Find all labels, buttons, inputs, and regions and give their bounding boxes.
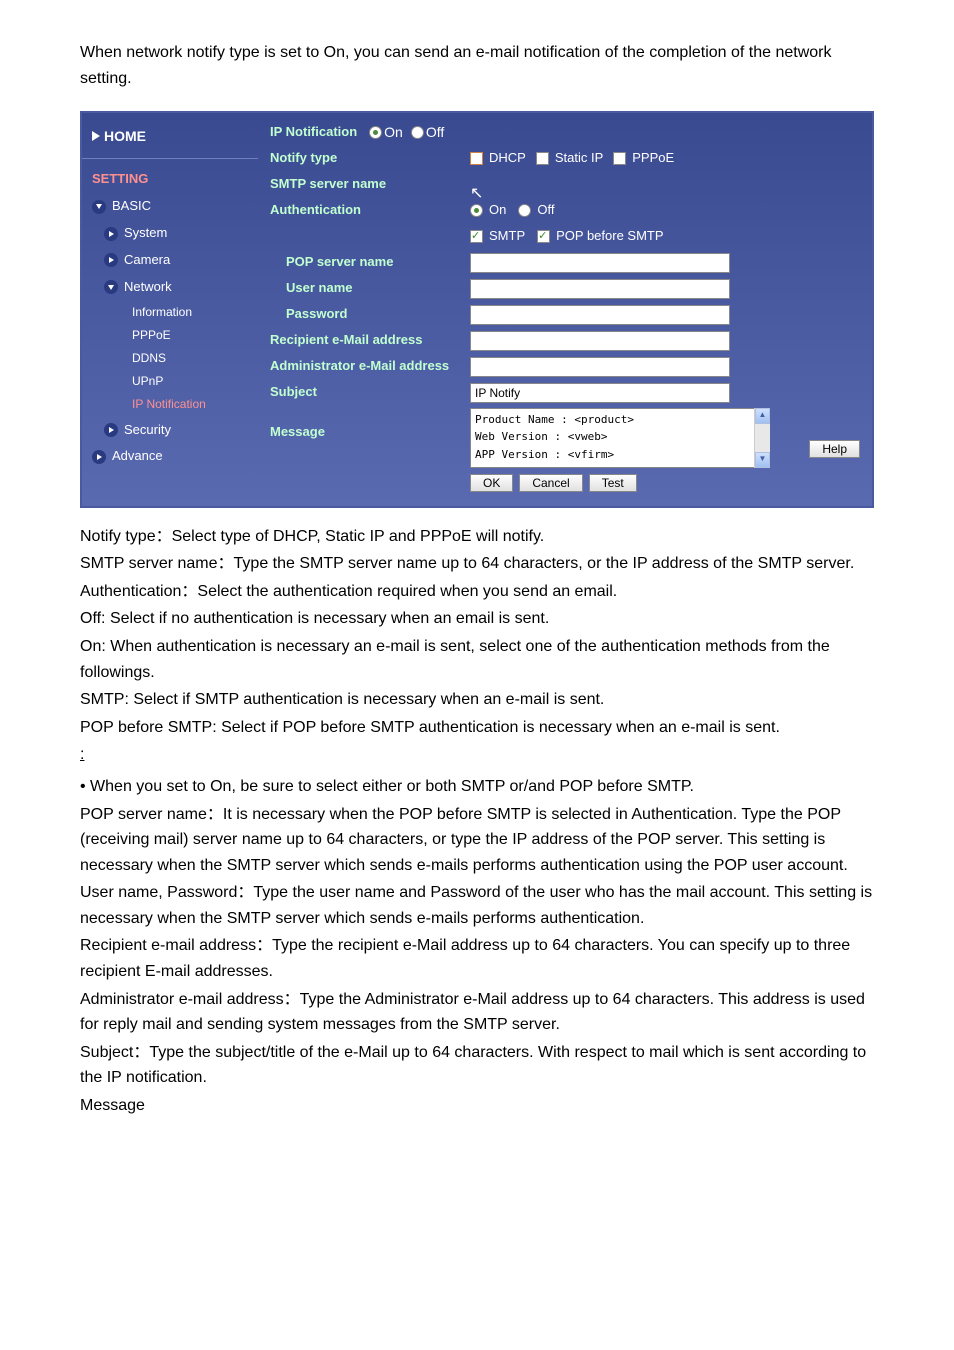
desc-notify-type: Notify type：Select type of DHCP, Static … — [80, 524, 874, 550]
home-link[interactable]: HOME — [82, 121, 258, 151]
cancel-button[interactable]: Cancel — [519, 474, 582, 492]
ip-on-radio[interactable] — [369, 126, 382, 139]
smtp-server-label: SMTP server name — [270, 174, 470, 195]
setting-header: SETTING — [82, 158, 258, 194]
note-marker: : — [80, 742, 130, 768]
dhcp-checkbox[interactable] — [470, 152, 483, 165]
pop-server-input[interactable] — [470, 253, 730, 273]
pppoe-label: PPPoE — [632, 148, 674, 169]
off-label: Off — [426, 121, 444, 143]
staticip-label: Static IP — [555, 148, 603, 169]
subject-input[interactable] — [470, 383, 730, 403]
username-label: User name — [270, 278, 470, 299]
scroll-down-icon[interactable]: ▼ — [755, 452, 770, 468]
auth-on-label: On — [489, 200, 506, 221]
auth-on-radio[interactable] — [470, 204, 483, 217]
nav-basic[interactable]: BASIC — [82, 193, 258, 220]
message-label: Message — [270, 408, 470, 443]
nav-system[interactable]: System — [82, 220, 258, 247]
test-button[interactable]: Test — [589, 474, 637, 492]
notify-type-label: Notify type — [270, 148, 470, 169]
scrollbar[interactable]: ▲ ▼ — [754, 408, 770, 468]
smtp-checkbox[interactable] — [470, 230, 483, 243]
desc-message: Message — [80, 1093, 874, 1119]
nav-label: System — [124, 223, 167, 244]
desc-pop: POP before SMTP: Select if POP before SM… — [80, 715, 874, 741]
nav-upnp[interactable]: UPnP — [82, 370, 258, 393]
nav-security[interactable]: Security — [82, 417, 258, 444]
chevron-right-icon — [92, 450, 106, 464]
admin-label: Administrator e-Mail address — [270, 356, 470, 377]
message-textarea[interactable]: Product Name : <product> Web Version : <… — [470, 408, 770, 468]
desc-on: On: When authentication is necessary an … — [80, 634, 874, 685]
chevron-down-icon — [104, 280, 118, 294]
desc-recipient: Recipient e-mail address：Type the recipi… — [80, 933, 874, 984]
scroll-up-icon[interactable]: ▲ — [755, 408, 770, 424]
help-button[interactable]: Help — [809, 440, 860, 458]
nav-label: BASIC — [112, 196, 151, 217]
nav-label: Network — [124, 277, 172, 298]
chevron-right-icon — [104, 227, 118, 241]
nav-label: Camera — [124, 250, 170, 271]
chevron-right-icon — [104, 253, 118, 267]
intro-text: When network notify type is set to On, y… — [80, 40, 874, 91]
pop-label: POP before SMTP — [556, 226, 663, 247]
chevron-right-icon — [104, 423, 118, 437]
desc-smtp: SMTP: Select if SMTP authentication is n… — [80, 687, 874, 713]
app-panel: HOME SETTING BASIC System Camera Network… — [80, 111, 874, 507]
nav-pppoe[interactable]: PPPoE — [82, 324, 258, 347]
pop-server-label: POP server name — [270, 252, 470, 273]
on-label: On — [384, 121, 403, 143]
pop-checkbox[interactable] — [537, 230, 550, 243]
nav-ip-notification[interactable]: IP Notification — [82, 393, 258, 416]
nav-label: Advance — [112, 446, 163, 467]
auth-off-label: Off — [537, 200, 554, 221]
desc-bullet: • When you set to On, be sure to select … — [80, 774, 874, 800]
smtp-label: SMTP — [489, 226, 525, 247]
nav-ddns[interactable]: DDNS — [82, 347, 258, 370]
desc-admin: Administrator e-mail address：Type the Ad… — [80, 987, 874, 1038]
ok-button[interactable]: OK — [470, 474, 513, 492]
staticip-checkbox[interactable] — [536, 152, 549, 165]
chevron-down-icon — [92, 200, 106, 214]
password-input[interactable] — [470, 305, 730, 325]
home-label: HOME — [104, 125, 146, 147]
desc-smtp-server: SMTP server name：Type the SMTP server na… — [80, 551, 874, 577]
recipient-input[interactable] — [470, 331, 730, 351]
subject-label: Subject — [270, 382, 470, 403]
nav-camera[interactable]: Camera — [82, 247, 258, 274]
home-icon — [92, 131, 100, 141]
desc-pop-server: POP server name：It is necessary when the… — [80, 802, 874, 879]
desc-user-pass: User name, Password：Type the user name a… — [80, 880, 874, 931]
password-label: Password — [270, 304, 470, 325]
nav-label: Security — [124, 420, 171, 441]
admin-input[interactable] — [470, 357, 730, 377]
desc-auth: Authentication：Select the authentication… — [80, 579, 874, 605]
auth-label: Authentication — [270, 200, 470, 221]
desc-off: Off: Select if no authentication is nece… — [80, 606, 874, 632]
username-input[interactable] — [470, 279, 730, 299]
desc-subject: Subject：Type the subject/title of the e-… — [80, 1040, 874, 1091]
auth-off-radio[interactable] — [518, 204, 531, 217]
ip-off-radio[interactable] — [411, 126, 424, 139]
dhcp-label: DHCP — [489, 148, 526, 169]
nav-information[interactable]: Information — [82, 301, 258, 324]
ip-notification-label: IP Notification — [270, 122, 357, 143]
cursor-icon: ↖ — [470, 181, 483, 207]
nav-network[interactable]: Network — [82, 274, 258, 301]
nav-advance[interactable]: Advance — [82, 443, 258, 470]
sidebar: HOME SETTING BASIC System Camera Network… — [82, 113, 258, 505]
recipient-label: Recipient e-Mail address — [270, 330, 470, 351]
pppoe-checkbox[interactable] — [613, 152, 626, 165]
content-panel: IP Notification On Off Notify type DHCP … — [258, 113, 872, 505]
